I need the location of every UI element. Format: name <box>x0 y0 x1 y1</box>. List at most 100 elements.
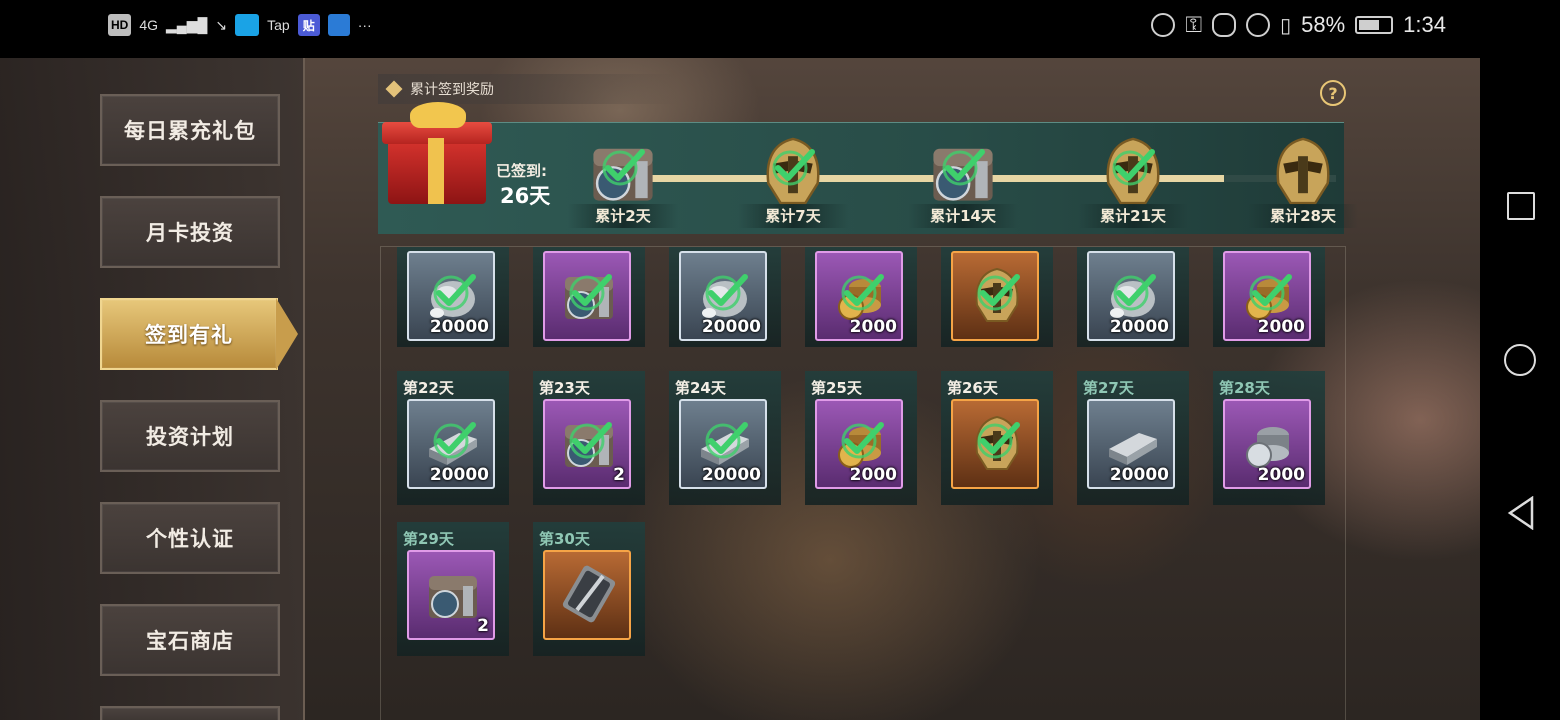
day-label: 第22天 <box>403 379 454 397</box>
day-label: 第30天 <box>539 530 590 548</box>
reward-cell[interactable]: 第22天 20000 <box>397 371 509 505</box>
reward-cell[interactable]: 20000 <box>397 247 509 347</box>
section-header: 累计签到奖励 <box>378 74 678 104</box>
silver-coins-icon <box>1246 427 1289 468</box>
check-icon <box>569 422 612 459</box>
sidebar-item-investment-plan[interactable]: 投资计划 <box>100 400 280 472</box>
reward-item: 2000 <box>1223 399 1311 489</box>
reward-cell[interactable]: 第27天 20000 <box>1077 371 1189 505</box>
reward-item: 2000 <box>815 399 903 489</box>
section-title: 累计签到奖励 <box>410 82 494 98</box>
day-label: 第29天 <box>403 530 454 548</box>
reward-cell[interactable]: 第23天 2 <box>533 371 645 505</box>
check-icon <box>705 274 748 311</box>
eye-icon <box>1212 13 1237 37</box>
item-quantity: 2 <box>613 465 625 485</box>
tap-icon: Tap <box>267 17 290 33</box>
iron-ingot-icon <box>1109 433 1157 465</box>
help-button[interactable]: ? <box>1320 80 1346 106</box>
milestone-2[interactable]: 累计7天 <box>738 132 848 232</box>
check-icon <box>977 422 1020 459</box>
sidebar-item-daily-recharge[interactable]: 每日累充礼包 <box>100 94 280 166</box>
item-quantity: 20000 <box>1109 465 1169 485</box>
check-icon <box>841 422 884 459</box>
reward-item <box>543 550 631 640</box>
sidebar-item-monthly-card[interactable]: 月卡投资 <box>100 196 280 268</box>
reward-item: 20000 <box>679 251 767 341</box>
diamond-icon <box>385 80 403 98</box>
day-label: 第26天 <box>947 379 998 397</box>
milestone-label: 累计7天 <box>738 204 848 228</box>
battery-icon <box>1355 16 1394 34</box>
reward-cell[interactable]: 第26天 <box>941 371 1053 505</box>
reward-item: 20000 <box>1087 399 1175 489</box>
item-quantity: 2000 <box>1257 317 1305 337</box>
reward-item: 2 <box>543 399 631 489</box>
signed-label: 已签到: <box>496 162 547 180</box>
reward-cell[interactable]: 第24天 20000 <box>669 371 781 505</box>
check-icon <box>433 422 476 459</box>
milestone-1[interactable]: 累计2天 <box>568 132 678 232</box>
data-saver-icon <box>1151 13 1176 37</box>
reward-cell[interactable]: 20000 <box>1077 247 1189 347</box>
day-label: 第23天 <box>539 379 590 397</box>
milestone-label: 累计14天 <box>908 204 1018 228</box>
reward-item: 2000 <box>1223 251 1311 341</box>
sidebar-item-sign-in[interactable]: 签到有礼 <box>100 298 298 370</box>
milestone-label: 累计2天 <box>568 204 678 228</box>
bilibili-icon <box>235 14 260 36</box>
reward-cell[interactable]: 第30天 <box>533 522 645 656</box>
vibrate-icon: ▯ <box>1280 14 1292 37</box>
sidebar-item-personal-certification[interactable]: 个性认证 <box>100 502 280 574</box>
reward-item: 20000 <box>1087 251 1175 341</box>
sidebar-item-more[interactable] <box>100 706 280 720</box>
status-left-icons: HD 4G ▂▄▆█ ↘ Tap 贴 ··· <box>108 12 372 38</box>
milestone-3[interactable]: 累计14天 <box>908 132 1018 232</box>
app2-icon <box>327 14 350 36</box>
missed-call-icon: ↘ <box>215 16 228 33</box>
card-icon <box>562 565 616 623</box>
day-label: 第28天 <box>1219 379 1270 397</box>
sidebar-item-gem-shop[interactable]: 宝石商店 <box>100 604 280 676</box>
sidebar: 每日累充礼包 月卡投资 签到有礼 投资计划 个性认证 宝石商店 <box>0 58 305 720</box>
reward-item: 20000 <box>407 251 495 341</box>
reward-item: 20000 <box>679 399 767 489</box>
reward-cell[interactable] <box>941 247 1053 347</box>
check-icon <box>569 274 612 311</box>
reward-item: 2 <box>407 550 495 640</box>
reward-cell[interactable]: 第28天 2000 <box>1213 371 1325 505</box>
item-quantity: 20000 <box>1109 317 1169 337</box>
milestone-4[interactable]: 累计21天 <box>1078 132 1188 232</box>
item-quantity: 2 <box>477 616 489 636</box>
app-icon: 贴 <box>297 14 320 36</box>
signal-bars-icon: ▂▄▆█ <box>166 16 208 33</box>
reward-cell[interactable]: 第25天 2000 <box>805 371 917 505</box>
check-icon <box>602 149 645 186</box>
reward-item: 20000 <box>407 399 495 489</box>
item-quantity: 2000 <box>849 317 897 337</box>
check-icon <box>772 149 815 186</box>
reward-item <box>543 251 631 341</box>
reward-cell[interactable]: 2000 <box>805 247 917 347</box>
day-label: 第24天 <box>675 379 726 397</box>
home-button[interactable] <box>1504 344 1536 376</box>
item-quantity: 2000 <box>849 465 897 485</box>
back-button[interactable] <box>1506 496 1536 530</box>
sign-in-panel: 累计签到奖励 ? 已签到: 26天 累计2天 累计7天 累计14天 累计21天 累计28… <box>378 74 1358 720</box>
check-icon <box>942 149 985 186</box>
reward-cell[interactable] <box>533 247 645 347</box>
day-label: 第25天 <box>811 379 862 397</box>
reward-cell[interactable]: 第29天 2 <box>397 522 509 656</box>
item-quantity: 20000 <box>701 317 761 337</box>
recents-button[interactable] <box>1507 192 1535 220</box>
gift-icon <box>380 102 492 204</box>
check-icon <box>841 274 884 311</box>
reward-cell[interactable]: 20000 <box>669 247 781 347</box>
milestone-5[interactable]: 累计28天 <box>1248 132 1358 232</box>
system-nav-bar <box>1480 0 1560 720</box>
helmet-icon <box>1276 137 1330 205</box>
status-bar: HD 4G ▂▄▆█ ↘ Tap 贴 ··· ⚿ ▯ 58% 1:34 <box>0 0 1480 58</box>
reward-item <box>951 399 1039 489</box>
item-quantity: 2000 <box>1257 465 1305 485</box>
reward-cell[interactable]: 2000 <box>1213 247 1325 347</box>
